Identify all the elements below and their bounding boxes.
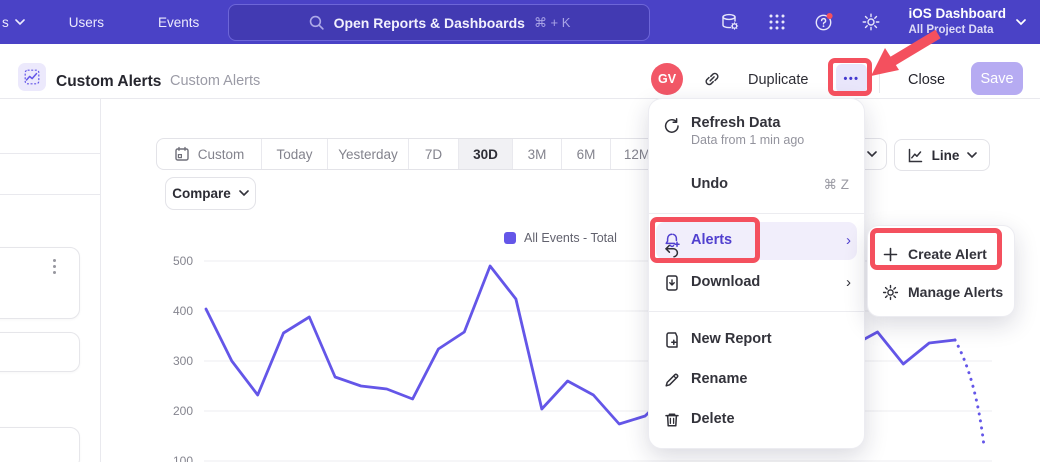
- line-chart-icon: [907, 147, 924, 164]
- nav-item-truncated[interactable]: s: [0, 15, 25, 30]
- data-management-icon[interactable]: [720, 12, 740, 32]
- search-icon: [308, 14, 325, 31]
- menu-item-sublabel: Data from 1 min ago: [691, 133, 804, 147]
- svg-text:400: 400: [173, 304, 193, 318]
- compare-button[interactable]: Compare: [165, 177, 256, 210]
- delete-trash-icon: [663, 411, 681, 429]
- chevron-down-icon: [1016, 19, 1026, 26]
- alerts-submenu: Create Alert Manage Alerts: [867, 225, 1015, 317]
- keyboard-shortcut: ⌘ Z: [824, 177, 850, 193]
- date-range-custom[interactable]: Custom: [157, 139, 262, 169]
- save-button[interactable]: Save: [971, 62, 1023, 95]
- breadcrumb: Custom Alerts: [170, 73, 260, 89]
- svg-text:500: 500: [173, 254, 193, 268]
- svg-text:300: 300: [173, 354, 193, 368]
- chart-legend: All Events - Total: [504, 231, 617, 245]
- search-shortcut: ⌘ + K: [534, 15, 571, 31]
- legend-label: All Events - Total: [524, 231, 617, 245]
- date-range-today[interactable]: Today: [262, 139, 328, 169]
- menu-item-new-report[interactable]: New Report: [649, 320, 864, 360]
- refresh-icon: [663, 117, 681, 135]
- nav-item-users[interactable]: Users: [55, 15, 118, 30]
- copy-link-icon[interactable]: [703, 70, 721, 88]
- notification-dot: [827, 13, 833, 19]
- project-scope: All Project Data: [908, 23, 1006, 37]
- app-window: 500 400 300 200 100 All Events - Total s Use…: [0, 0, 1040, 462]
- duplicate-button[interactable]: Duplicate: [748, 72, 808, 88]
- left-panel-card[interactable]: [0, 332, 80, 372]
- context-menu: Refresh Data Data from 1 min ago Undo ⌘ …: [648, 98, 865, 449]
- chevron-down-icon: [239, 190, 249, 197]
- submenu-arrow-icon: ›: [846, 233, 851, 248]
- rename-pencil-icon: [663, 371, 681, 389]
- chart-type-button[interactable]: Line: [894, 139, 990, 171]
- svg-text:100: 100: [173, 454, 193, 462]
- left-panel-card[interactable]: [0, 247, 80, 319]
- submenu-item-create-alert[interactable]: Create Alert: [868, 236, 1014, 272]
- apps-grid-icon[interactable]: [767, 12, 787, 32]
- chevron-down-icon: [867, 151, 877, 158]
- alerts-bell-icon: [663, 232, 681, 250]
- top-navbar: s Users Events Open Reports & Dashboards…: [0, 0, 1040, 44]
- menu-divider: [649, 311, 864, 312]
- menu-divider: [649, 213, 864, 214]
- settings-gear-icon[interactable]: [861, 12, 881, 32]
- legend-swatch: [504, 232, 516, 244]
- more-options-button[interactable]: •••: [836, 64, 867, 93]
- nav-item-events[interactable]: Events: [144, 15, 213, 30]
- divider: [879, 65, 880, 93]
- menu-item-alerts[interactable]: Alerts ›: [649, 222, 864, 260]
- avatar[interactable]: GV: [651, 63, 683, 95]
- menu-item-refresh-data[interactable]: Refresh Data Data from 1 min ago: [649, 107, 864, 159]
- date-range-30d[interactable]: 30D: [459, 139, 513, 169]
- manage-gear-icon: [882, 284, 899, 301]
- chevron-down-icon: [967, 152, 977, 159]
- date-range-3m[interactable]: 3M: [513, 139, 562, 169]
- page-title: Custom Alerts: [56, 73, 161, 91]
- report-header: Custom Alerts Custom Alerts GV Duplicate…: [0, 44, 1040, 99]
- kebab-menu-icon[interactable]: [53, 259, 56, 274]
- menu-item-undo[interactable]: Undo ⌘ Z: [649, 165, 864, 205]
- search-input[interactable]: Open Reports & Dashboards ⌘ + K: [228, 4, 650, 41]
- menu-item-delete[interactable]: Delete: [649, 400, 864, 440]
- date-range-6m[interactable]: 6M: [562, 139, 611, 169]
- submenu-arrow-icon: ›: [846, 275, 851, 290]
- date-range-control: Custom Today Yesterday 7D 30D 3M 6M 12M: [156, 138, 664, 170]
- left-panel-card[interactable]: [0, 427, 80, 462]
- new-report-icon: [663, 331, 681, 349]
- search-placeholder: Open Reports & Dashboards: [334, 15, 525, 31]
- submenu-item-manage-alerts[interactable]: Manage Alerts: [868, 274, 1014, 310]
- help-icon[interactable]: [814, 12, 834, 32]
- date-range-7d[interactable]: 7D: [409, 139, 459, 169]
- download-icon: [663, 274, 681, 292]
- plus-icon: [882, 246, 899, 263]
- left-panel-row-divider: [0, 153, 100, 154]
- close-button[interactable]: Close: [908, 72, 945, 88]
- project-name: iOS Dashboard: [908, 6, 1006, 23]
- report-icon: [18, 63, 46, 91]
- project-switcher[interactable]: iOS Dashboard All Project Data: [908, 6, 1026, 37]
- menu-item-rename[interactable]: Rename: [649, 360, 864, 400]
- chevron-down-icon: [15, 19, 25, 26]
- date-range-yesterday[interactable]: Yesterday: [328, 139, 409, 169]
- svg-text:200: 200: [173, 404, 193, 418]
- menu-item-download[interactable]: Download ›: [649, 263, 864, 303]
- left-panel-row-divider: [0, 194, 100, 195]
- left-panel-divider: [100, 98, 101, 462]
- calendar-icon: [174, 146, 190, 162]
